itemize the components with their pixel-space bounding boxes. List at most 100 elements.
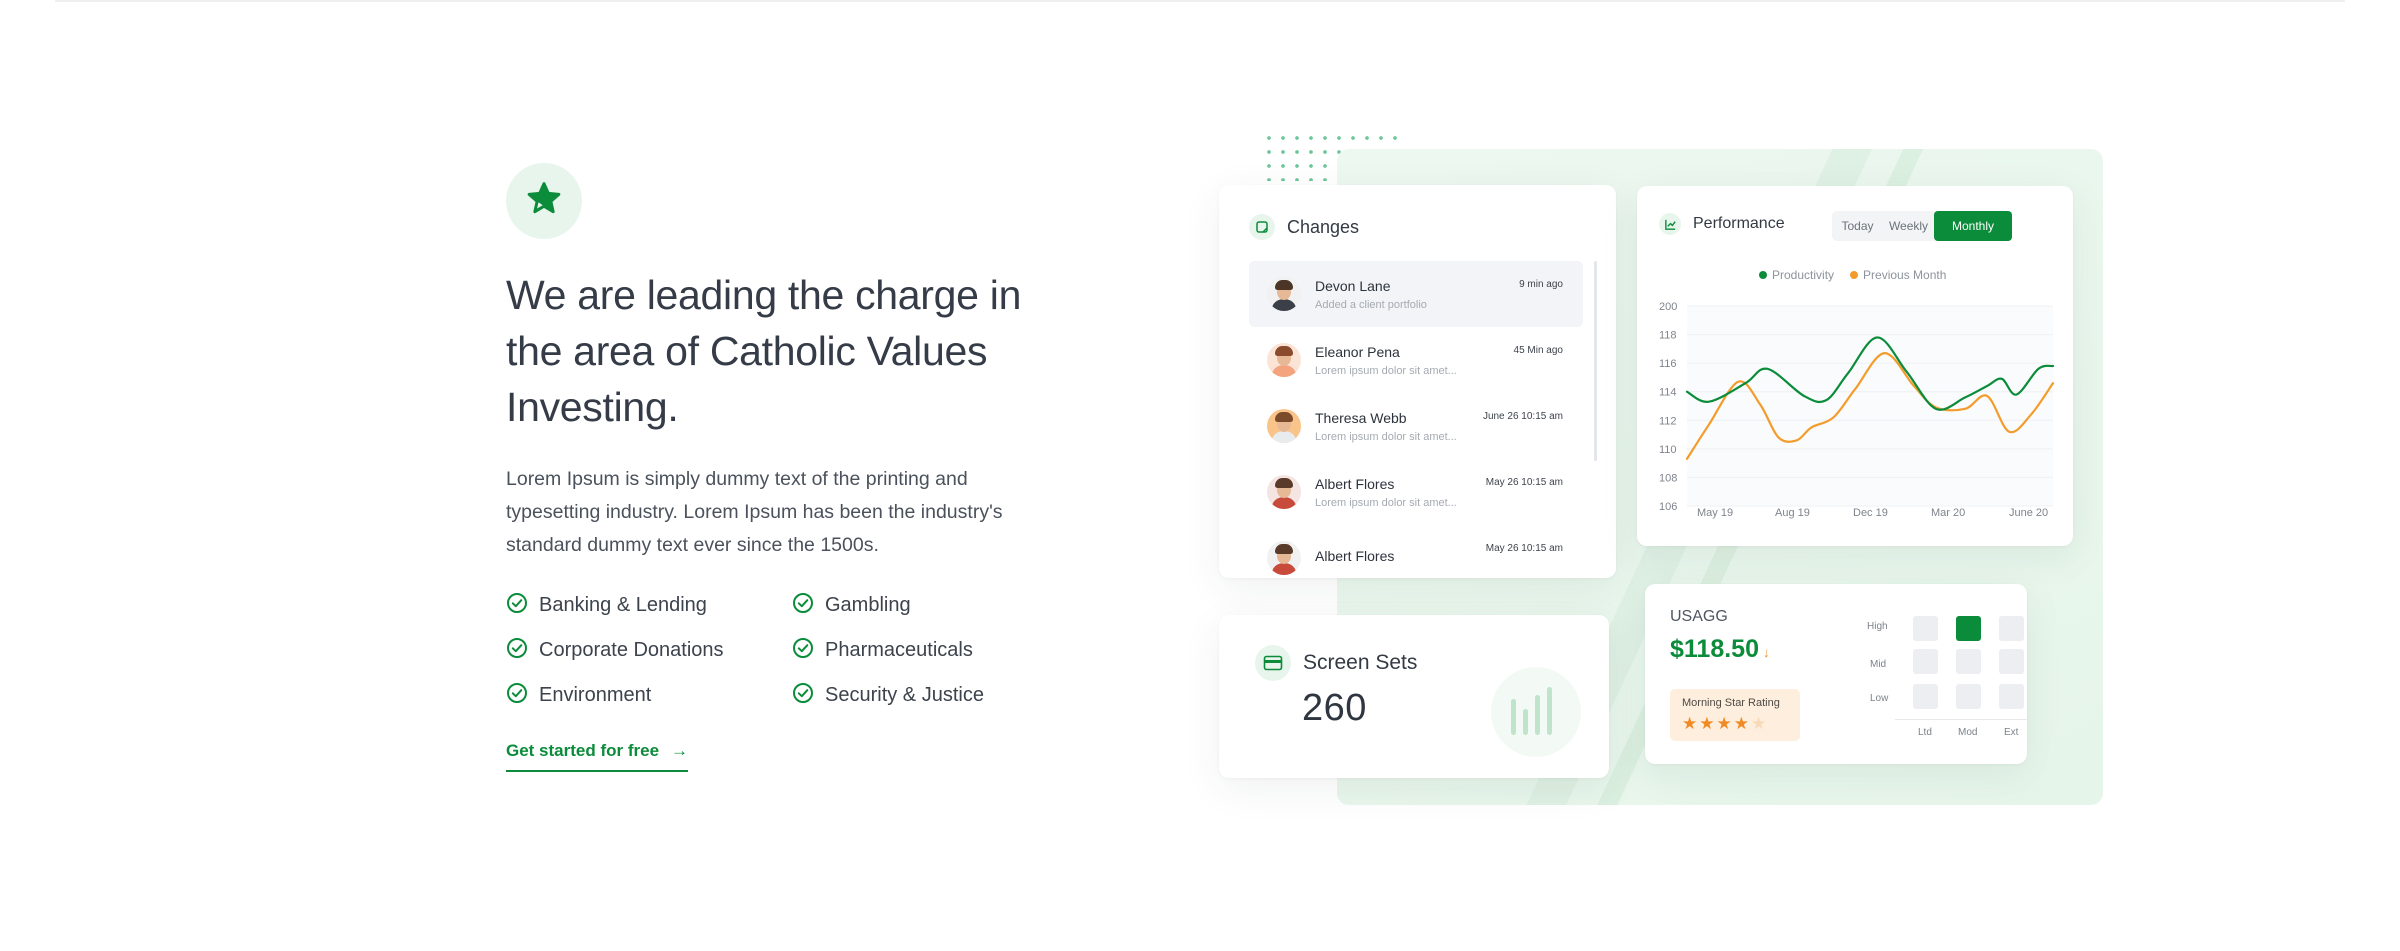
style-box-row-label: Mid (1870, 659, 1887, 670)
feature-label: Banking & Lending (539, 594, 707, 616)
card-icon (1255, 645, 1291, 681)
performance-card: Performance Today Weekly Monthly Product… (1637, 186, 2073, 546)
screen-sets-card: Screen Sets 260 (1219, 615, 1609, 778)
top-divider (55, 0, 2345, 2)
feature-item: Security & Justice (792, 680, 1052, 711)
check-circle-icon (506, 682, 528, 710)
performance-line-chart: 106 108 110 112 114 116 118 200 May 19 Aug 19 Dec … (1659, 301, 2055, 519)
x-tick-label: May 19 (1697, 507, 1733, 519)
changes-header: Changes (1249, 214, 1359, 240)
style-box-col-label: Mod (1958, 727, 1978, 738)
star-icon: ★ (1751, 714, 1769, 733)
changes-card: Changes Devon Lane Added a client portfo… (1219, 185, 1616, 578)
style-box-col-label: Ltd (1918, 727, 1932, 738)
list-item[interactable]: Albert Flores May 26 10:15 am (1249, 525, 1583, 578)
item-description: Lorem ipsum dolor sit amet... (1315, 496, 1457, 509)
style-box-cell (1913, 684, 1938, 709)
style-box-axis (1895, 719, 2027, 720)
feature-label: Gambling (825, 594, 911, 616)
y-tick-label: 108 (1659, 472, 1677, 484)
x-tick-label: Aug 19 (1775, 507, 1810, 519)
item-name: Albert Flores (1315, 547, 1395, 564)
x-tick-label: June 20 (2009, 507, 2048, 519)
list-item[interactable]: Albert Flores Lorem ipsum dolor sit amet… (1249, 459, 1583, 525)
style-box-row-label: Low (1870, 693, 1889, 704)
feature-label: Pharmaceuticals (825, 639, 973, 661)
list-item[interactable]: Theresa Webb Lorem ipsum dolor sit amet.… (1249, 393, 1583, 459)
avatar (1267, 541, 1301, 575)
item-name: Devon Lane (1315, 277, 1391, 294)
avatar (1267, 409, 1301, 443)
star-icon (524, 179, 564, 224)
item-time: 45 Min ago (1513, 345, 1563, 356)
check-circle-icon (506, 637, 528, 665)
style-box-cell (1913, 616, 1938, 641)
price-value: $118.50 (1670, 635, 1759, 663)
star-icon: ★ (1733, 714, 1751, 733)
style-box-cell (1999, 616, 2024, 641)
cta-label: Get started for free (506, 741, 660, 760)
morning-star-rating: Morning Star Rating ★★★★★ (1670, 689, 1800, 741)
feature-item: Gambling (792, 590, 1052, 621)
fund-ticker: USAGG (1670, 608, 1728, 625)
star-icon: ★ (1699, 714, 1717, 733)
star-badge (506, 163, 582, 239)
feature-label: Corporate Donations (539, 639, 724, 661)
style-box-cell (1956, 649, 1981, 674)
check-circle-icon (506, 592, 528, 620)
feature-item: Pharmaceuticals (792, 635, 1052, 666)
item-name: Theresa Webb (1315, 409, 1407, 426)
y-tick-label: 110 (1659, 444, 1677, 456)
style-box-cell (1999, 684, 2024, 709)
style-box-cell (1999, 649, 2024, 674)
avatar (1267, 343, 1301, 377)
arrow-right-icon: → (671, 741, 689, 760)
y-tick-label: 200 (1659, 301, 1677, 313)
hero-title: We are leading the charge in the area of… (506, 272, 1022, 430)
changes-list: Devon Lane Added a client portfolio 9 mi… (1249, 261, 1583, 578)
get-started-link[interactable]: Get started for free → (506, 741, 689, 772)
item-name: Eleanor Pena (1315, 343, 1400, 360)
avatar (1267, 475, 1301, 509)
item-description: Lorem ipsum dolor sit amet... (1315, 364, 1457, 377)
y-tick-label: 118 (1659, 330, 1677, 342)
feature-label: Environment (539, 684, 652, 706)
check-circle-icon (792, 592, 814, 620)
item-name: Albert Flores (1315, 475, 1395, 492)
note-icon (1249, 214, 1275, 240)
feature-list: Banking & Lending Gambling Corporate Don… (506, 590, 1066, 711)
item-time: May 26 10:15 am (1485, 477, 1563, 488)
hero-description: Lorem Ipsum is simply dummy text of the … (506, 468, 1003, 556)
avatar (1267, 277, 1301, 311)
feature-label: Security & Justice (825, 684, 984, 706)
screen-sets-header: Screen Sets (1255, 645, 1417, 681)
check-circle-icon (792, 637, 814, 665)
item-description: Added a client portfolio (1315, 298, 1427, 311)
star-icon: ★ (1716, 714, 1734, 733)
fund-card: USAGG $118.50 ↓ Morning Star Rating ★★★★★… (1645, 584, 2027, 764)
feature-item: Environment (506, 680, 792, 711)
x-tick-label: Dec 19 (1853, 507, 1888, 519)
y-tick-label: 112 (1659, 415, 1677, 427)
bar-chart-icon (1491, 667, 1581, 757)
style-box-row-label: High (1867, 621, 1888, 632)
item-time: May 26 10:15 am (1485, 543, 1563, 554)
screen-sets-title: Screen Sets (1303, 651, 1418, 674)
list-item[interactable]: Devon Lane Added a client portfolio 9 mi… (1249, 261, 1583, 327)
fund-price: $118.50 ↓ (1670, 635, 1770, 664)
y-tick-label: 106 (1659, 501, 1677, 513)
item-description: Lorem ipsum dolor sit amet... (1315, 430, 1457, 443)
style-box-col-label: Ext (2004, 727, 2019, 738)
changes-scrollbar[interactable] (1594, 261, 1597, 461)
check-circle-icon (792, 682, 814, 710)
list-item[interactable]: Eleanor Pena Lorem ipsum dolor sit amet.… (1249, 327, 1583, 393)
star-rating-icons: ★★★★★ (1682, 714, 1788, 734)
x-tick-label: Mar 20 (1931, 507, 1965, 519)
screen-sets-count: 260 (1302, 687, 1367, 729)
hero-section: We are leading the charge in the area of… (506, 163, 1066, 772)
rating-label: Morning Star Rating (1682, 697, 1780, 709)
style-box-cell (1956, 684, 1981, 709)
item-time: June 26 10:15 am (1482, 411, 1563, 422)
feature-item: Corporate Donations (506, 635, 792, 666)
item-time: 9 min ago (1519, 279, 1563, 290)
